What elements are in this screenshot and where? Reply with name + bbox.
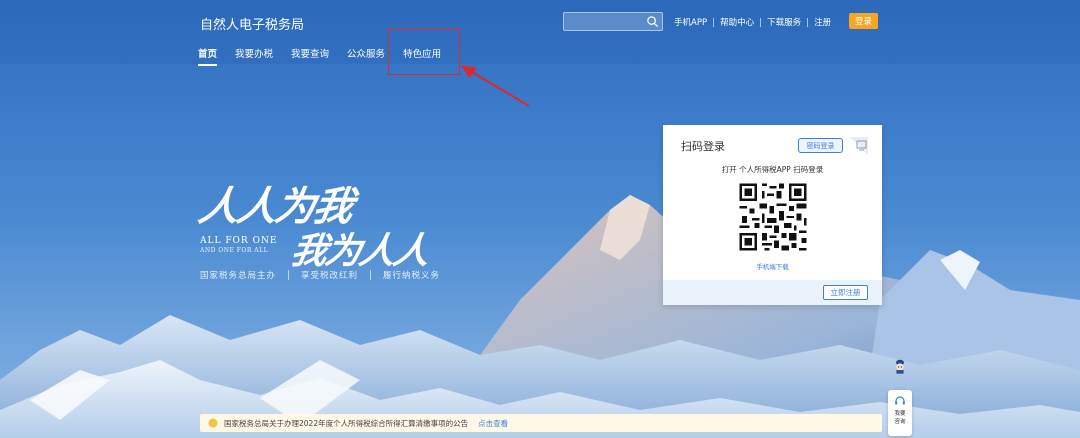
link-help-center[interactable]: 帮助中心 (714, 16, 760, 28)
assistant-mascot-icon (895, 359, 905, 374)
top-links: 手机APP 帮助中心 下载服务 注册 (668, 15, 837, 29)
notice-bar: 国家税务总局关于办理2022年度个人所得税综合所得汇算清缴事项的公告 点击查看 (200, 414, 882, 432)
search-box[interactable] (563, 12, 663, 31)
link-mobile-app[interactable]: 手机APP (668, 16, 713, 28)
scan-hint: 打开 个人所得税APP 扫码登录 (721, 165, 824, 174)
card-footer: 立即注册 (663, 280, 882, 305)
link-register[interactable]: 注册 (808, 16, 837, 28)
slogan-bottom-line: 国家税务总局主办 享受税改红利 履行纳税义务 (200, 269, 440, 281)
slogan-sponsor: 国家税务总局主办 (200, 271, 277, 281)
login-card: 扫码登录 密码登录 打开 个人所得税APP 扫码登录 手机端下载 立即注册 (663, 125, 882, 305)
consult-label: 我要 咨询 (888, 410, 912, 426)
register-now-button[interactable]: 立即注册 (823, 285, 868, 300)
mobile-download-link[interactable]: 手机端下载 (663, 261, 882, 271)
password-login-button[interactable]: 密码登录 (798, 138, 843, 153)
slogan-duty: 履行纳税义务 (383, 271, 441, 281)
slogan-line-2: 我为人人 (287, 230, 432, 272)
nav-item-public-service[interactable]: 公众服务 (347, 46, 385, 60)
slogan-english: ALL FOR ONE AND ONE FOR ALL (200, 236, 277, 254)
search-icon[interactable] (646, 15, 659, 28)
consult-label-line-1: 我要 (894, 411, 906, 417)
link-download-service[interactable]: 下载服务 (761, 16, 807, 28)
slogan-english-line-2: AND ONE FOR ALL (200, 247, 269, 254)
card-title: 扫码登录 (681, 140, 725, 153)
nav-item-query[interactable]: 我要查询 (291, 46, 329, 60)
notice-icon (208, 418, 218, 428)
slogan-english-line-1: ALL FOR ONE (200, 236, 278, 246)
notice-text: 国家税务总局关于办理2022年度个人所得税综合所得汇算清缴事项的公告 (224, 418, 469, 428)
login-button[interactable]: 登录 (849, 13, 878, 29)
nav-item-home[interactable]: 首页 (198, 46, 218, 66)
consult-label-line-2: 咨询 (894, 419, 906, 425)
site-title[interactable]: 自然人电子税务局 (200, 14, 304, 33)
consult-button[interactable]: 我要 咨询 (888, 390, 912, 436)
mountain-background (0, 0, 1080, 438)
nav-item-tax-handling[interactable]: 我要办税 (235, 46, 273, 60)
annotation-highlight-box (388, 28, 460, 75)
divider (288, 270, 290, 280)
annotation-arrow-icon (461, 65, 530, 107)
switch-login-mode-icon[interactable] (850, 137, 868, 155)
headset-icon (895, 396, 905, 405)
divider (370, 270, 372, 280)
qr-code-icon (737, 181, 809, 253)
notice-view-link[interactable]: 点击查看 (478, 418, 508, 429)
top-header: 自然人电子税务局 手机APP 帮助中心 下载服务 注册 登录 首页 我要办税 我… (0, 0, 1080, 66)
search-input[interactable] (568, 14, 646, 29)
slogan-benefit: 享受税改红利 (301, 271, 359, 281)
